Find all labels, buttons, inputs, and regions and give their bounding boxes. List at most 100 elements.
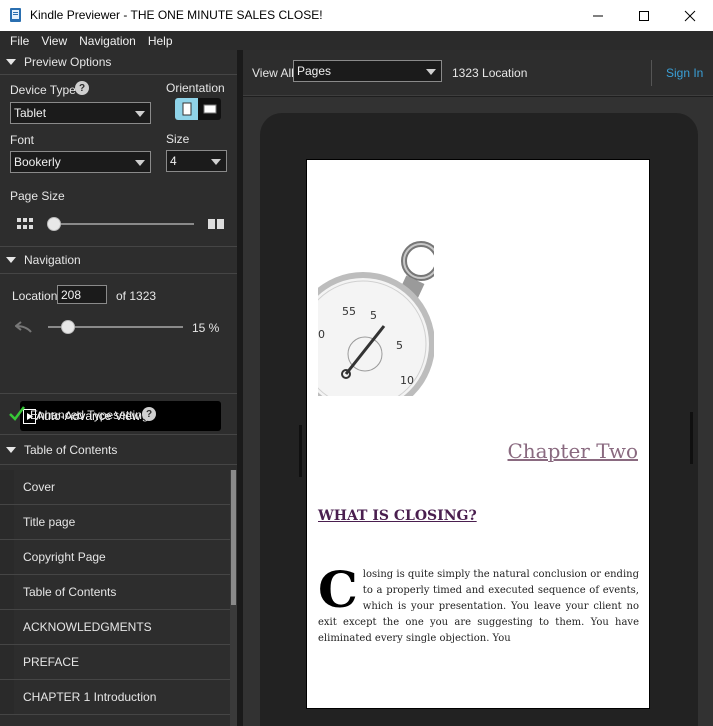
font-dropdown[interactable]: Bookerly [10, 151, 151, 173]
device-type-value: Tablet [14, 106, 47, 120]
toc-item-chapter-1[interactable]: CHAPTER 1 Introduction [0, 680, 230, 715]
location-input[interactable]: 208 [57, 285, 107, 304]
help-icon[interactable]: ? [142, 407, 156, 421]
collapse-triangle-icon [6, 447, 16, 453]
size-dropdown[interactable]: 4 [166, 150, 227, 172]
size-label: Size [166, 132, 190, 146]
close-icon [684, 10, 696, 21]
body-paragraph: losing is quite simply the natural concl… [318, 569, 639, 644]
enhanced-typesetting-label: Enhanced Typesetting [30, 408, 149, 422]
progress-slider-thumb[interactable] [61, 320, 76, 334]
book-page[interactable]: 55 5 5 10 0 Chapter Two WHAT IS CLOSING?… [306, 159, 650, 709]
orientation-toggle [175, 98, 221, 120]
menu-view[interactable]: View [35, 34, 73, 48]
size-value: 4 [170, 154, 177, 168]
navigation-title: Navigation [24, 253, 81, 267]
toc-item-label: Table of Contents [23, 585, 117, 599]
toc-item-table-of-contents[interactable]: Table of Contents [0, 575, 230, 610]
divider [0, 434, 237, 435]
view-mode-value: Pages [297, 64, 332, 78]
preview-options-title: Preview Options [24, 55, 112, 69]
toc-item-label: PREFACE [23, 655, 80, 669]
sign-in-link[interactable]: Sign In [666, 66, 703, 80]
landscape-icon [203, 104, 216, 114]
chapter-title[interactable]: Chapter Two [508, 439, 639, 463]
toc-scrollbar-thumb[interactable] [231, 470, 236, 605]
location-value: 208 [61, 287, 82, 302]
toc-item-title-page[interactable]: Title page [0, 505, 230, 540]
viewer-toolbar: View All Pages 1323 Location Sign In [243, 50, 713, 96]
location-total: of 1323 [116, 289, 157, 303]
chevron-down-icon [135, 160, 145, 166]
minimize-button[interactable] [575, 0, 621, 31]
toc-item-acknowledgments[interactable]: ACKNOWLEDGMENTS [0, 610, 230, 645]
section-heading[interactable]: WHAT IS CLOSING? [318, 508, 477, 524]
toc-header[interactable]: Table of Contents [0, 438, 237, 462]
menu-help[interactable]: Help [142, 34, 179, 48]
device-button [690, 412, 693, 464]
back-arrow-icon[interactable] [15, 320, 33, 334]
svg-text:10: 10 [400, 374, 414, 387]
svg-text:55: 55 [342, 305, 356, 318]
chevron-down-icon [211, 159, 221, 165]
drop-cap: C [318, 560, 358, 619]
preview-options-header[interactable]: Preview Options [0, 50, 237, 74]
toolbar-separator [651, 60, 652, 86]
menu-navigation[interactable]: Navigation [73, 34, 142, 48]
navigation-header[interactable]: Navigation [0, 248, 237, 272]
divider [0, 393, 237, 394]
single-page-view-icon[interactable] [208, 218, 224, 230]
checkmark-icon[interactable] [9, 405, 25, 421]
view-all-label: View All [252, 66, 294, 80]
collapse-triangle-icon [6, 59, 16, 65]
portrait-button[interactable] [175, 98, 198, 120]
toc-item-label: Title page [23, 515, 76, 529]
device-type-dropdown[interactable]: Tablet [10, 102, 151, 124]
close-button[interactable] [667, 0, 713, 31]
divider [0, 74, 237, 75]
portrait-icon [182, 102, 191, 116]
toc-item-cover[interactable]: Cover [0, 470, 230, 505]
orientation-label: Orientation [166, 81, 225, 95]
page-size-label: Page Size [10, 189, 65, 203]
divider [0, 246, 237, 247]
page-size-slider-thumb[interactable] [47, 217, 61, 231]
view-mode-dropdown[interactable]: Pages [293, 60, 442, 82]
device-type-label: Device Type [10, 83, 76, 97]
font-value: Bookerly [14, 155, 61, 169]
svg-text:5: 5 [370, 309, 377, 322]
stopwatch-image: 55 5 5 10 0 [318, 234, 434, 396]
help-icon[interactable]: ? [75, 81, 89, 95]
toc-item-preface[interactable]: PREFACE [0, 645, 230, 680]
toc-item-copyright[interactable]: Copyright Page [0, 540, 230, 575]
divider [0, 464, 237, 465]
toc-scrollbar[interactable] [230, 470, 237, 726]
chevron-down-icon [135, 111, 145, 117]
toc-item-label: CHAPTER 1 Introduction [23, 690, 157, 704]
toc-list: Cover Title page Copyright Page Table of… [0, 470, 230, 715]
title-bar: Kindle Previewer - THE ONE MINUTE SALES … [0, 0, 713, 31]
page-size-slider-track[interactable] [48, 223, 194, 225]
toc-item-label: Cover [23, 480, 56, 494]
toc-title: Table of Contents [24, 443, 118, 457]
location-label: Location [12, 289, 58, 303]
font-label: Font [10, 133, 35, 147]
maximize-button[interactable] [621, 0, 667, 31]
minimize-icon [593, 15, 603, 16]
collapse-triangle-icon [6, 257, 16, 263]
kindle-previewer-app-icon [10, 8, 21, 22]
window-title: Kindle Previewer - THE ONE MINUTE SALES … [30, 8, 323, 22]
divider [0, 273, 237, 274]
toc-item-label: ACKNOWLEDGMENTS [23, 620, 152, 634]
location-count: 1323 Location [452, 66, 528, 80]
svg-text:0: 0 [318, 328, 325, 341]
svg-text:5: 5 [396, 339, 403, 352]
menu-file[interactable]: File [4, 34, 35, 48]
maximize-icon [639, 10, 649, 21]
chevron-down-icon [426, 69, 436, 75]
menu-bar: File View Navigation Help [0, 31, 713, 50]
toc-item-label: Copyright Page [23, 550, 106, 564]
landscape-button[interactable] [198, 98, 221, 120]
body-text: Closing is quite simply the natural conc… [318, 560, 639, 647]
grid-view-icon[interactable] [17, 218, 33, 230]
